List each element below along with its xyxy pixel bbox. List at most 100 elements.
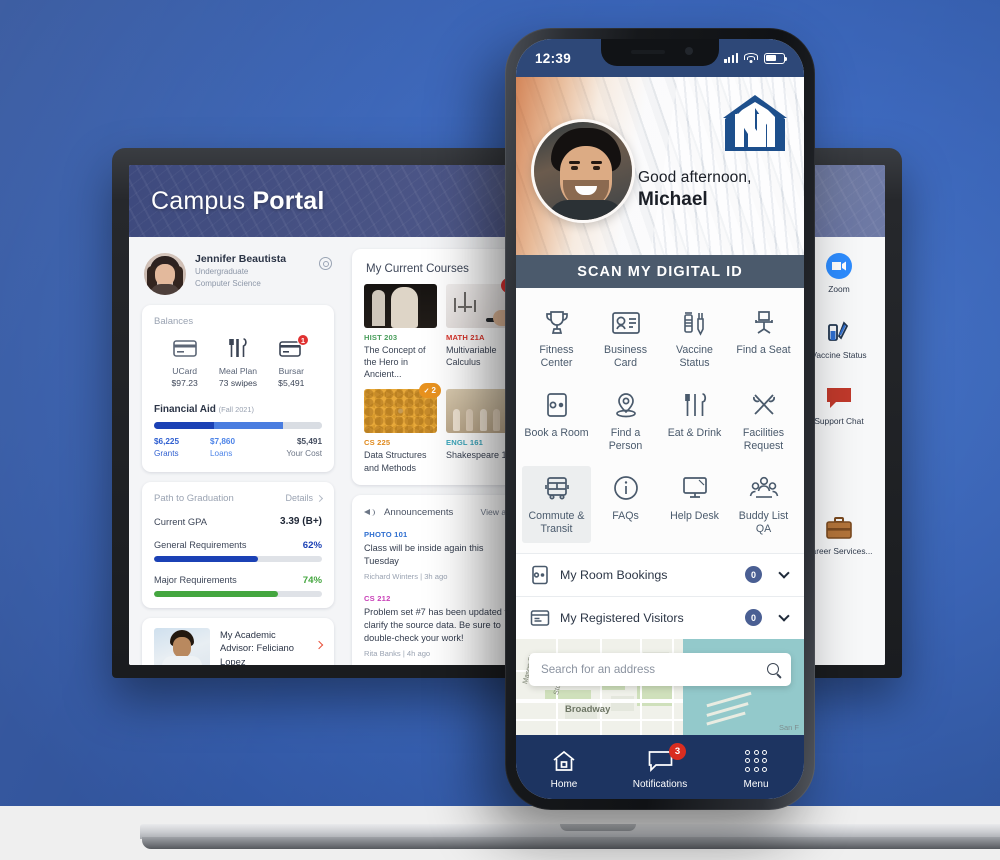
monitor-icon — [662, 472, 727, 505]
badge-count: 2 — [431, 386, 436, 396]
home-icon — [524, 747, 604, 774]
course-card[interactable]: ✓ 2 CS 225 Data Structures and Methods — [364, 383, 441, 473]
tab-label: Notifications — [632, 779, 688, 791]
chat-bubble-icon: 3 — [620, 743, 700, 774]
app-business-card[interactable]: Business Card — [591, 300, 660, 377]
balance-title: Bursar — [278, 366, 304, 376]
course-card[interactable]: HIST 203 The Concept of the Hero in Anci… — [364, 284, 437, 380]
financial-aid-bar — [154, 421, 322, 429]
announcement-item[interactable]: PHOTO 101 Class will be inside again thi… — [364, 530, 519, 581]
app-label: Eat & Drink — [667, 426, 722, 439]
course-name: Data Structures and Methods — [364, 450, 427, 473]
announcement-body: Class will be inside again this Tuesday — [364, 542, 484, 566]
requirement-percent: 74% — [302, 574, 322, 586]
requirement-name: General Requirements — [154, 539, 247, 550]
profile-standing: Undergraduate — [195, 267, 249, 277]
aid-label: Loans — [210, 449, 233, 459]
app-help-desk[interactable]: Help Desk — [660, 466, 729, 543]
check-icon: ✓ — [423, 387, 430, 395]
announcement-item[interactable]: CS 212 Problem set #7 has been updated t… — [364, 594, 519, 658]
aid-value: $5,491 — [296, 436, 322, 446]
app-fitness-center[interactable]: Fitness Center — [522, 300, 591, 377]
balance-meal-plan[interactable]: Meal Plan 73 swipes — [211, 337, 264, 390]
app-find-a-seat[interactable]: Find a Seat — [729, 300, 798, 377]
app-commute-and-transit[interactable]: Commute & Transit — [522, 465, 591, 543]
cutlery-icon — [662, 389, 727, 422]
app-find-a-person[interactable]: Find a Person — [591, 383, 660, 460]
announcement-course-code: CS 212 — [364, 593, 391, 603]
page-title: Campus Portal — [129, 165, 885, 216]
balance-ucard[interactable]: UCard $97.23 — [158, 337, 211, 390]
announcement-meta: Rita Banks | 4h ago — [364, 649, 431, 659]
requirement-general: General Requirements 62% — [154, 540, 322, 562]
advisor-photo — [154, 627, 210, 665]
address-search-field[interactable]: Search for an address — [529, 652, 791, 686]
balance-bursar[interactable]: 1 Bursar $5,491 — [265, 334, 318, 390]
gear-icon[interactable] — [319, 257, 332, 270]
courses-title: My Current Courses — [366, 263, 469, 275]
announcements-header: Announcements View all — [364, 506, 521, 519]
app-faqs[interactable]: FAQs — [591, 466, 660, 543]
graduation-title: Path to Graduation — [154, 492, 234, 504]
app-label: Vaccine Status — [676, 344, 713, 369]
aid-label: Your Cost — [286, 449, 322, 459]
portal-title-light: Campus — [151, 187, 253, 215]
app-label: Buddy List QA — [738, 509, 789, 535]
announcement-meta: Richard Winters | 3h ago — [364, 571, 448, 581]
app-label: Find a Seat — [736, 344, 791, 356]
portal-title-bold: Portal — [252, 187, 325, 215]
balance-value: $5,491 — [278, 378, 305, 389]
tools-icon — [731, 389, 796, 422]
utensils-icon — [211, 337, 264, 359]
course-badge: ✓ 2 — [418, 383, 441, 399]
list-label: My Room Bookings — [560, 567, 668, 582]
avatar — [144, 253, 186, 295]
gpa-value: 3.39 (B+) — [280, 515, 322, 527]
chevron-down-icon[interactable] — [778, 566, 790, 579]
portal-left-column: Jennifer Beautista Undergraduate Compute… — [129, 237, 344, 665]
bursar-card-icon: 1 — [265, 334, 318, 359]
list-count-badge: 0 — [745, 609, 762, 627]
app-label: Find a Person — [608, 426, 643, 452]
phone-device: 12:39 Good afternoon, Michael SCAN MY DI… — [505, 28, 815, 810]
scan-digital-id-button[interactable]: SCAN MY DIGITAL ID — [516, 255, 804, 288]
m-building-logo-icon — [723, 95, 787, 153]
tab-menu[interactable]: Menu — [716, 747, 796, 790]
status-time: 12:39 — [535, 50, 572, 66]
profile-major: Computer Science — [195, 278, 261, 288]
list-item-room-bookings[interactable]: My Room Bookings 0 — [516, 552, 804, 596]
app-facilities-request[interactable]: Facilities Request — [729, 383, 798, 460]
app-eat-and-drink[interactable]: Eat & Drink — [660, 383, 729, 460]
app-vaccine-status[interactable]: Vaccine Status — [660, 300, 729, 377]
announcement-body: Problem set #7 has been updated to clari… — [364, 606, 513, 643]
balances-row: UCard $97.23 Meal Plan 73 swipes 1 Bursa… — [154, 334, 322, 390]
balance-value: $97.23 — [171, 378, 198, 389]
battery-icon — [764, 52, 788, 64]
phone-screen: 12:39 Good afternoon, Michael SCAN MY DI… — [516, 39, 804, 799]
wifi-icon — [744, 52, 758, 64]
path-to-graduation-card: Path to Graduation Details Current GPA 3… — [142, 481, 334, 608]
tab-home[interactable]: Home — [524, 747, 604, 790]
graduation-details-link[interactable]: Details — [285, 493, 324, 503]
app-label: Fitness Center — [539, 344, 574, 369]
academic-advisor-card[interactable]: My Academic Advisor: Feliciano Lopez Mak… — [142, 617, 334, 665]
status-badge: 1 — [296, 334, 309, 346]
credit-card-icon — [158, 337, 211, 359]
financial-aid-legend: $6,225 Grants $7,860 Loans $5,491 Your C… — [154, 436, 322, 461]
tab-notifications[interactable]: 3 Notifications — [620, 743, 700, 791]
app-label: Help Desk — [670, 509, 719, 522]
map-panel[interactable]: Mason St Stockton Broadway Battery Sanso… — [516, 638, 804, 735]
gpa-row: Current GPA 3.39 (B+) — [154, 516, 322, 527]
office-chair-icon — [731, 306, 796, 339]
app-buddy-list-qa[interactable]: Buddy List QA — [729, 466, 798, 543]
chevron-down-icon[interactable] — [778, 609, 790, 622]
trophy-icon — [524, 306, 589, 339]
announcement-course-code: PHOTO 101 — [364, 529, 408, 539]
app-book-a-room[interactable]: Book a Room — [522, 383, 591, 460]
course-code: HIST 203 — [364, 333, 398, 342]
app-shortcut-grid: Fitness Center Business Card Vaccine Sta… — [516, 288, 804, 553]
magnifier-icon[interactable] — [767, 663, 779, 676]
list-item-registered-visitors[interactable]: My Registered Visitors 0 — [516, 595, 804, 639]
user-profile-summary[interactable]: Jennifer Beautista Undergraduate Compute… — [142, 249, 334, 305]
details-label: Details — [285, 493, 313, 503]
